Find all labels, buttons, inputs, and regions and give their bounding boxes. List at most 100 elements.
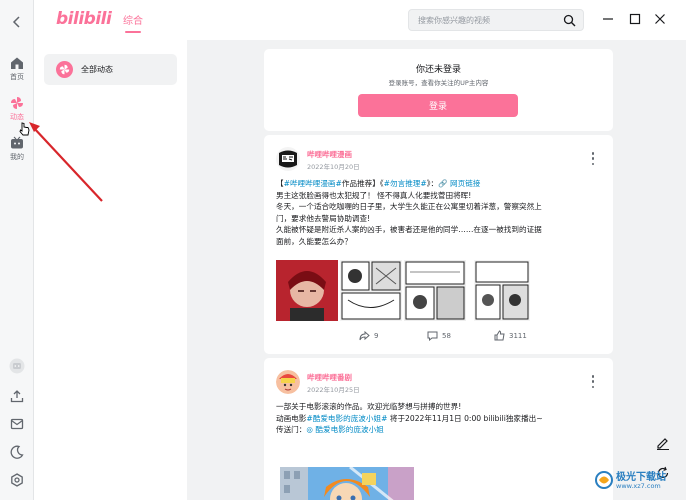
post-text-line: 男主这张脸画得也太犯规了！ 怪不得真人化要找菅田将晖! [276, 190, 472, 200]
login-card: 你还未登录 登录账号，查看你关注的UP主内容 登录 [264, 49, 613, 131]
post-text-line: 门，要求他去警局协助调查! [276, 213, 371, 223]
comment-count: 58 [442, 331, 451, 340]
login-subtitle: 登录账号，查看你关注的UP主内容 [388, 79, 489, 87]
maximize-button[interactable] [629, 13, 641, 25]
maximize-icon [629, 13, 641, 25]
edit-pen-icon [657, 438, 669, 450]
left-rail: 首页 动态 我的 [0, 0, 34, 500]
post-stats: 9 58 3111 [264, 328, 613, 344]
post-text: 【#哔哩哔哩漫画#作品推荐】《#勿言推理#》：🔗 网页链接 男主这张脸画得也太犯… [276, 178, 606, 248]
watermark-logo-icon [595, 471, 613, 489]
hashtag-link[interactable]: #哔哩哔哩漫画# [284, 179, 342, 188]
chevron-left-icon [12, 16, 20, 28]
messages-button[interactable] [9, 416, 25, 432]
forward-count: 9 [374, 331, 379, 340]
tab-comprehensive[interactable]: 综合 [123, 12, 143, 27]
author-avatar[interactable] [276, 147, 300, 171]
rail-item-dynamics[interactable]: 动态 [0, 96, 34, 122]
hashtag-link[interactable]: #勿言推理# [384, 179, 427, 188]
post-image[interactable] [404, 260, 466, 321]
mail-icon [10, 418, 24, 430]
more-dot-icon [591, 157, 595, 160]
pinwheel-icon [11, 97, 23, 109]
dark-mode-button[interactable] [9, 444, 25, 460]
thumbs-up-icon [494, 330, 505, 341]
comment-button[interactable]: 58 [427, 330, 451, 341]
author-avatar[interactable] [276, 370, 300, 394]
upload-button[interactable] [9, 388, 25, 404]
text-segment: 》： [426, 179, 439, 188]
post-image[interactable] [280, 467, 414, 500]
search-input[interactable] [418, 14, 558, 27]
post-image[interactable] [474, 260, 530, 321]
all-dynamics-item[interactable]: 全部动态 [44, 54, 177, 85]
forward-button[interactable]: 9 [359, 330, 378, 341]
text-segment: 将于2022年11月1日 0:00 bilibili独家播出~ [387, 413, 543, 423]
post-text-line: 【#哔哩哔哩漫画#作品推荐】《#勿言推理#》：🔗 网页链接 [276, 178, 606, 190]
user-avatar-button[interactable] [9, 358, 25, 374]
more-dot-icon [591, 380, 595, 383]
web-link[interactable]: 🔗 网页链接 [438, 179, 480, 188]
rail-item-mine[interactable]: 我的 [0, 136, 34, 162]
login-button[interactable]: 登录 [358, 94, 518, 117]
post-images [276, 260, 530, 321]
close-button[interactable] [654, 13, 666, 25]
search-icon[interactable] [563, 14, 576, 27]
home-icon [11, 57, 23, 69]
rail-label-home: 首页 [10, 73, 24, 81]
video-link[interactable]: ◎ 酷爱电影的庞波小姐 [306, 425, 383, 434]
site-watermark: 极光下载站 www.xz7.com [594, 468, 684, 494]
text-segment: 作品推荐】《 [341, 179, 384, 188]
dynamics-filter-panel: 全部动态 [34, 40, 187, 500]
settings-icon [11, 473, 23, 487]
search-box[interactable] [408, 9, 584, 31]
post-date: 2022年10月20日 [307, 163, 360, 171]
post-date: 2022年10月25日 [307, 386, 360, 394]
post-image[interactable] [340, 260, 402, 321]
post-card: 哔哩哔哩番剧 2022年10月25日 一部关于电影滚滚的作品。欢迎光临梦想与拼搏… [264, 358, 613, 500]
post-author[interactable]: 哔哩哔哩番剧 [307, 372, 352, 383]
post-text-line: 久能被怀疑是附近杀人案的凶手，被害者还是他的同学……在逐一被找到的证据 [276, 225, 542, 235]
text-segment: 传送门： [276, 425, 307, 435]
all-dynamics-label: 全部动态 [81, 65, 113, 74]
post-text-line: 面前，久能要怎么办？ [276, 236, 352, 246]
more-dot-icon [591, 375, 595, 378]
avatar-placeholder-icon [9, 358, 25, 374]
rail-label-mine: 我的 [10, 153, 24, 161]
post-image[interactable] [276, 260, 338, 321]
comment-icon [427, 331, 438, 341]
more-options-button[interactable] [591, 152, 595, 165]
write-post-button[interactable] [652, 432, 674, 454]
minimize-button[interactable] [602, 13, 614, 25]
rail-item-home[interactable]: 首页 [0, 56, 34, 82]
close-icon [655, 14, 665, 24]
watermark-text: 极光下载站 [616, 472, 666, 483]
tab-active-indicator [125, 31, 141, 33]
like-button[interactable]: 3111 [494, 330, 527, 341]
back-button[interactable] [9, 14, 25, 30]
login-title: 你还未登录 [415, 65, 461, 75]
more-options-button[interactable] [591, 375, 595, 388]
bilibili-app: 首页 动态 我的 bilibili 综合 搜索你感兴趣的视频 全部动态 你还未登… [0, 0, 686, 500]
forward-icon [359, 330, 370, 341]
more-dot-icon [591, 162, 595, 165]
bilibili-logo: bilibili [56, 9, 112, 29]
rail-label-dynamics: 动态 [10, 113, 24, 121]
text-segment: 【 [276, 179, 284, 188]
like-count: 3111 [509, 331, 527, 340]
all-dynamics-icon [56, 61, 73, 78]
moon-icon [10, 445, 24, 459]
hashtag-link[interactable]: #酷爱电影的庞波小姐# [306, 414, 387, 423]
more-dot-icon [591, 152, 595, 155]
settings-button[interactable] [9, 472, 25, 488]
top-header: bilibili 综合 [34, 0, 686, 40]
post-text-line: 传送门：◎ 酷爱电影的庞波小姐 [276, 424, 606, 436]
upload-icon [10, 390, 24, 403]
mouse-cursor-icon [19, 122, 30, 136]
post-text-line: 冬天，一个适合吃咖喱的日子里，大学生久能正在公寓里切着洋葱，警察突然上 [276, 202, 542, 212]
post-text-line: 一部关于电影滚滚的作品。欢迎光临梦想与拼搏的世界! [276, 402, 462, 411]
post-author[interactable]: 哔哩哔哩漫画 [307, 149, 352, 160]
dynamics-feed: 你还未登录 登录账号，查看你关注的UP主内容 登录 哔哩哔哩漫画 2022年10… [187, 40, 686, 500]
post-text-line: 动画电影#酷爱电影的庞波小姐# 将于2022年11月1日 0:00 bilibi… [276, 413, 606, 425]
minimize-icon [603, 18, 613, 20]
